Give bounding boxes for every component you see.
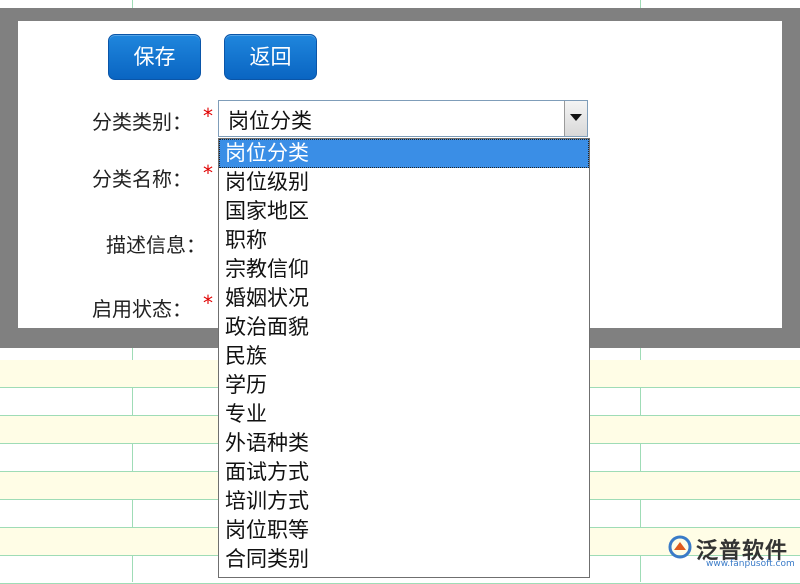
- dropdown-option[interactable]: 学历: [219, 371, 589, 400]
- required-mark: *: [203, 291, 213, 315]
- dropdown-option[interactable]: 合同类别: [219, 545, 589, 574]
- description-label: 描述信息：: [106, 233, 206, 257]
- dropdown-option[interactable]: 外语种类: [219, 429, 589, 458]
- required-mark: *: [203, 161, 213, 185]
- dropdown-option[interactable]: 专业: [219, 400, 589, 429]
- dropdown-option[interactable]: 民族: [219, 342, 589, 371]
- dropdown-option[interactable]: 婚姻状况: [219, 284, 589, 313]
- brand-logo: 泛普软件 www.fanpusoft.com: [668, 533, 798, 571]
- dropdown-option[interactable]: 培训方式: [219, 487, 589, 516]
- dropdown-option[interactable]: 国家地区: [219, 197, 589, 226]
- brand-url: www.fanpusoft.com: [706, 559, 795, 569]
- dropdown-option[interactable]: 宗教信仰: [219, 255, 589, 284]
- required-mark: *: [203, 104, 213, 128]
- dropdown-option[interactable]: 面试方式: [219, 458, 589, 487]
- dropdown-option[interactable]: 岗位职等: [219, 516, 589, 545]
- status-label: 启用状态：: [92, 297, 192, 321]
- category-type-select[interactable]: 岗位分类: [218, 100, 588, 137]
- category-type-label: 分类类别：: [92, 110, 192, 134]
- selected-value: 岗位分类: [228, 109, 312, 133]
- category-type-dropdown-list: 岗位分类 岗位级别 国家地区 职称 宗教信仰 婚姻状况 政治面貌 民族 学历 专业 外语种类 面试方式…: [218, 138, 590, 578]
- save-button[interactable]: 保存: [108, 34, 201, 80]
- back-button[interactable]: 返回: [224, 34, 317, 80]
- dropdown-option[interactable]: 岗位级别: [219, 168, 589, 197]
- dropdown-option[interactable]: 职称: [219, 226, 589, 255]
- chevron-down-icon[interactable]: [564, 101, 587, 136]
- logo-icon: [668, 535, 692, 559]
- dropdown-option[interactable]: 政治面貌: [219, 313, 589, 342]
- dropdown-option[interactable]: 岗位分类: [219, 139, 589, 168]
- category-name-label: 分类名称：: [92, 167, 192, 191]
